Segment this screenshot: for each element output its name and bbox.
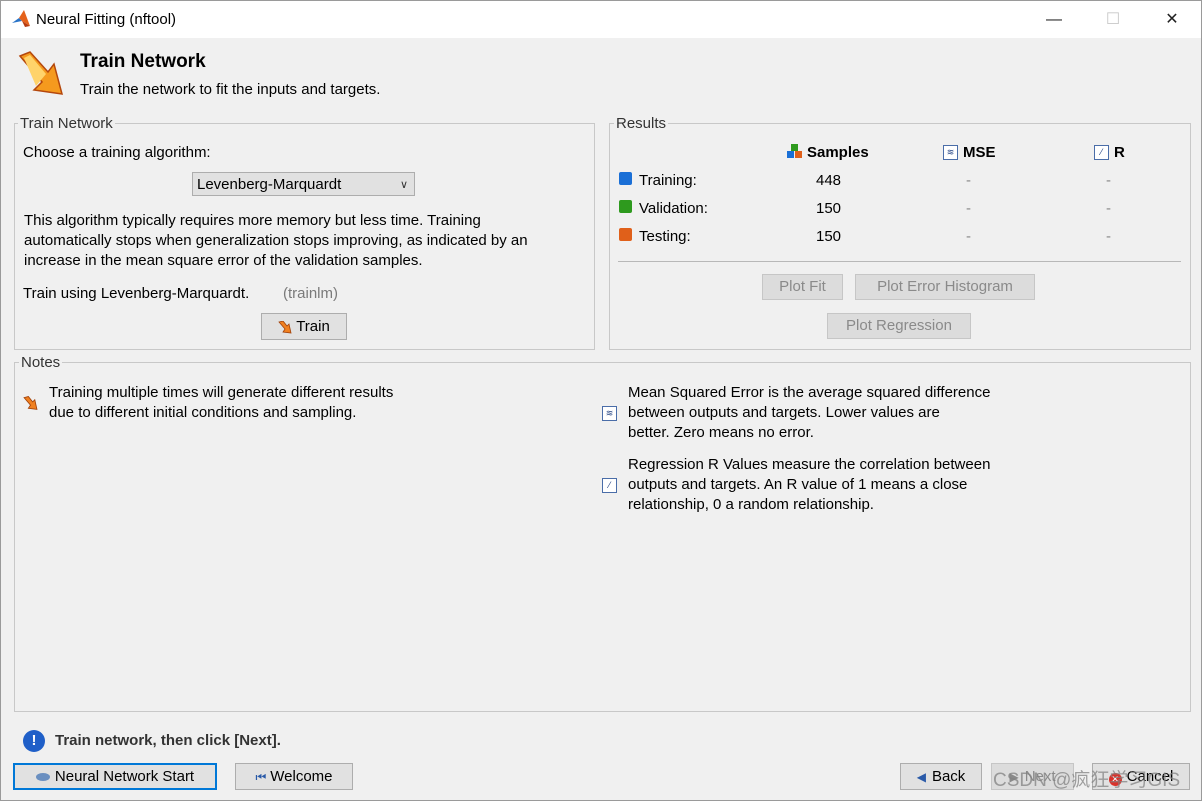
training-algorithm-select[interactable]: Levenberg-Marquardt ∨ <box>192 172 415 196</box>
plot-fit-button[interactable]: Plot Fit <box>762 274 843 300</box>
regression-icon: ⁄ <box>602 478 617 493</box>
choose-algorithm-label: Choose a training algorithm: <box>23 144 211 161</box>
regression-icon: ⁄ <box>1094 145 1109 160</box>
plot-regression-button[interactable]: Plot Regression <box>827 313 971 339</box>
close-icon: ✕ <box>1165 11 1179 28</box>
train-arrow-icon <box>23 396 38 410</box>
training-samples-value: 448 <box>816 172 842 189</box>
title-bar: Neural Fitting (nftool) — ☐ ✕ <box>1 1 1201 38</box>
welcome-label: Welcome <box>270 768 333 785</box>
train-arrow-icon <box>18 51 64 95</box>
validation-cube-icon <box>619 200 632 213</box>
note-regression-line: outputs and targets. An R value of 1 mea… <box>628 476 968 493</box>
note-mse-line: better. Zero means no error. <box>628 424 814 441</box>
mse-column-header: MSE <box>963 144 996 161</box>
note-mse-line: between outputs and targets. Lower value… <box>628 404 940 421</box>
train-function-name: (trainlm) <box>283 285 338 302</box>
note-training-line: Training multiple times will generate di… <box>49 384 394 401</box>
watermark: CSDN @疯狂学习GIS <box>993 770 1181 791</box>
page-header: Train Network Train the network to fit t… <box>1 38 1201 104</box>
training-algorithm-value: Levenberg-Marquardt <box>197 176 342 193</box>
back-button[interactable]: ◀ Back <box>900 763 982 790</box>
results-divider <box>618 261 1181 262</box>
welcome-button[interactable]: ⏮ Welcome <box>235 763 353 790</box>
note-mse-line: Mean Squared Error is the average square… <box>628 384 991 401</box>
window-title: Neural Fitting (nftool) <box>36 11 177 28</box>
results-legend: Results <box>614 115 669 132</box>
notes-legend: Notes <box>19 354 63 371</box>
status-message: Train network, then click [Next]. <box>55 732 281 749</box>
validation-row-label: Validation: <box>639 200 708 217</box>
minimize-icon: — <box>1046 11 1062 28</box>
close-button[interactable]: ✕ <box>1143 1 1201 38</box>
samples-column-header: Samples <box>807 144 869 161</box>
algorithm-description-line: This algorithm typically requires more m… <box>24 212 481 229</box>
testing-cube-icon <box>619 228 632 241</box>
back-label: Back <box>931 768 966 785</box>
testing-mse-value: - <box>966 228 971 245</box>
train-button-label: Train <box>296 318 330 335</box>
testing-r-value: - <box>1106 228 1111 245</box>
rewind-icon: ⏮ <box>255 770 267 784</box>
brain-icon <box>35 773 50 782</box>
training-row-label: Training: <box>639 172 697 189</box>
testing-samples-value: 150 <box>816 228 842 245</box>
train-network-legend: Train Network <box>18 115 115 132</box>
train-using-text: Train using Levenberg-Marquardt. <box>23 285 250 302</box>
matlab-logo-icon <box>12 10 30 27</box>
note-regression-line: Regression R Values measure the correlat… <box>628 456 991 473</box>
minimize-button[interactable]: — <box>1025 1 1083 38</box>
plot-error-histogram-button[interactable]: Plot Error Histogram <box>855 274 1035 300</box>
training-mse-value: - <box>966 172 971 189</box>
maximize-button[interactable]: ☐ <box>1084 1 1142 38</box>
validation-r-value: - <box>1106 200 1111 217</box>
page-title: Train Network <box>80 51 206 72</box>
train-button[interactable]: Train <box>261 313 347 340</box>
neural-network-start-button[interactable]: Neural Network Start <box>13 763 217 790</box>
chevron-down-icon: ∨ <box>399 179 408 191</box>
neural-network-start-label: Neural Network Start <box>54 768 195 785</box>
back-arrow-icon: ◀ <box>916 770 926 784</box>
note-regression-line: relationship, 0 a random relationship. <box>628 496 874 513</box>
r-column-header: R <box>1114 144 1125 161</box>
samples-icon <box>787 144 802 158</box>
training-cube-icon <box>619 172 632 185</box>
mse-icon: ≋ <box>602 406 617 421</box>
info-icon: ! <box>23 730 45 752</box>
train-arrow-icon <box>278 321 292 334</box>
algorithm-description-line: increase in the mean square error of the… <box>24 252 423 269</box>
mse-icon: ≋ <box>943 145 958 160</box>
algorithm-description-line: automatically stops when generalization … <box>24 232 528 249</box>
app-window: Neural Fitting (nftool) — ☐ ✕ Train Netw… <box>0 0 1202 801</box>
validation-mse-value: - <box>966 200 971 217</box>
testing-row-label: Testing: <box>639 228 691 245</box>
page-subtitle: Train the network to fit the inputs and … <box>80 81 381 98</box>
training-r-value: - <box>1106 172 1111 189</box>
maximize-icon: ☐ <box>1105 11 1121 28</box>
validation-samples-value: 150 <box>816 200 842 217</box>
note-training-line: due to different initial conditions and … <box>49 404 357 421</box>
